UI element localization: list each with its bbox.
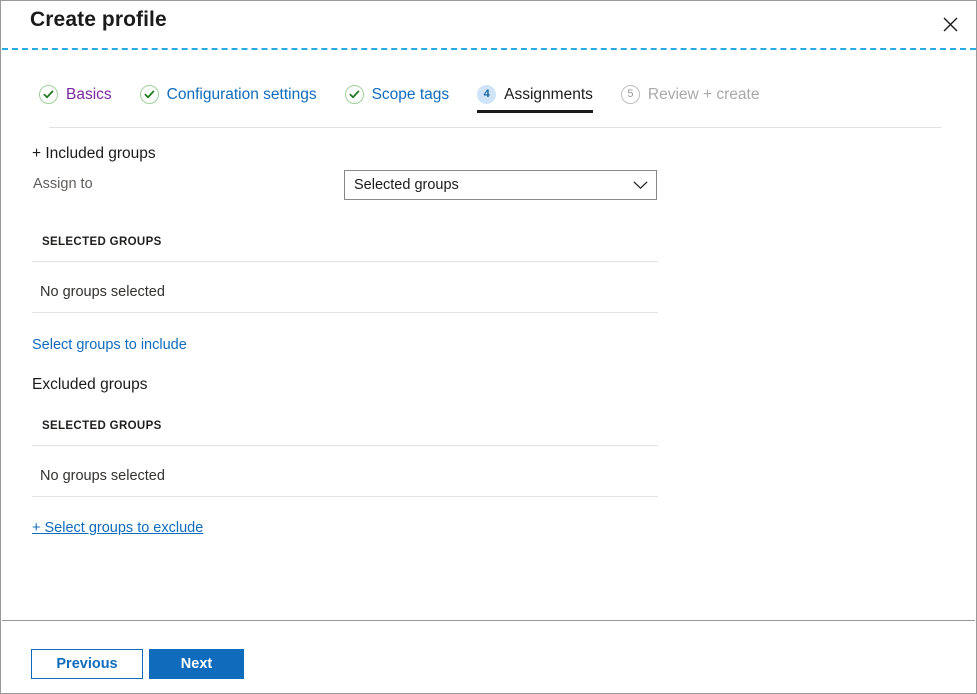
tabs-baseline: [49, 127, 941, 128]
check-icon: [39, 85, 58, 104]
tab-label: Scope tags: [371, 85, 450, 103]
divider: [32, 445, 658, 446]
check-icon: [344, 85, 364, 104]
close-button[interactable]: [928, 3, 972, 45]
tab-assignments[interactable]: 4 Assignments: [477, 85, 607, 113]
excluded-column-header: SELECTED GROUPS: [42, 420, 162, 432]
included-empty-row: No groups selected: [40, 284, 165, 300]
tab-scope-tags[interactable]: Scope tags: [344, 85, 464, 113]
dialog-footer: Previous Next: [1, 621, 976, 693]
included-groups-heading: + Included groups: [32, 145, 156, 162]
tab-review-create[interactable]: 5 Review + create: [620, 85, 774, 113]
divider: [32, 261, 658, 262]
page-title: Create profile: [30, 8, 167, 31]
divider: [32, 496, 658, 497]
next-button[interactable]: Next: [149, 649, 244, 679]
assign-to-dropdown[interactable]: Selected groups: [344, 170, 657, 200]
chevron-down-icon: [633, 181, 648, 190]
assign-to-label: Assign to: [33, 176, 93, 192]
included-column-header: SELECTED GROUPS: [42, 236, 162, 248]
divider: [32, 312, 658, 313]
tab-basics[interactable]: Basics: [39, 85, 126, 113]
create-profile-dialog: Create profile Basics Configuration sett…: [0, 0, 977, 694]
select-groups-to-exclude-link[interactable]: + Select groups to exclude: [32, 520, 203, 536]
tab-label: Basics: [66, 85, 112, 103]
tab-configuration-settings[interactable]: Configuration settings: [139, 85, 331, 113]
step-number-badge: 5: [620, 85, 640, 104]
check-icon: [139, 85, 159, 104]
tab-label: Assignments: [504, 85, 593, 103]
close-icon: [943, 17, 958, 32]
assign-to-value: Selected groups: [354, 177, 459, 193]
wizard-tabs: Basics Configuration settings Scope tags: [1, 85, 976, 127]
active-tab-underline: [477, 110, 593, 113]
tab-label: Review + create: [647, 85, 760, 103]
select-groups-to-include-link[interactable]: Select groups to include: [32, 337, 187, 353]
excluded-empty-row: No groups selected: [40, 468, 165, 484]
step-number-badge: 4: [477, 85, 497, 104]
excluded-groups-heading: Excluded groups: [32, 376, 148, 393]
tab-label: Configuration settings: [166, 85, 317, 103]
dialog-header: Create profile: [1, 1, 976, 48]
header-divider: [2, 48, 976, 50]
previous-button[interactable]: Previous: [31, 649, 143, 679]
